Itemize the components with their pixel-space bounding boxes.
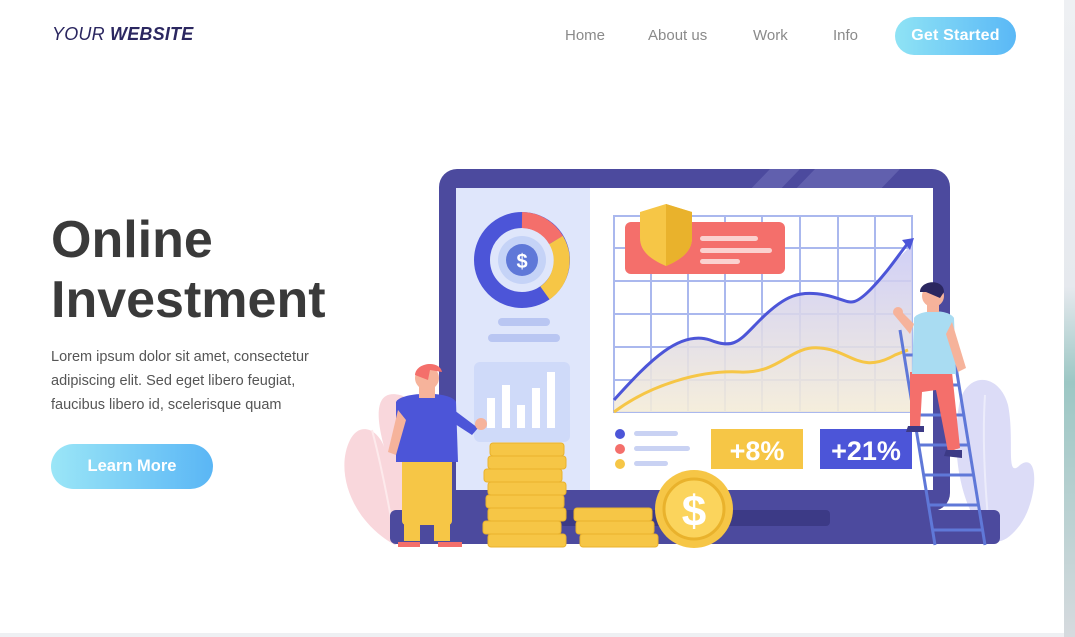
coin-dollar-icon: $ xyxy=(682,487,706,536)
stat-right-value: +21% xyxy=(831,436,901,466)
stat-left-value: +8% xyxy=(730,436,785,466)
big-coin: $ xyxy=(655,470,733,548)
learn-more-button[interactable]: Learn More xyxy=(51,444,213,489)
hero-description-line-1: Lorem ipsum dolor sit amet, consectetur xyxy=(51,349,309,365)
stat-card-left: +8% xyxy=(711,429,803,469)
mini-bar-chart xyxy=(474,362,570,442)
hero-description-line-3: faucibus libero id, scelerisque quam xyxy=(51,397,282,413)
logo-light-text: YOUR xyxy=(52,24,105,44)
dollar-icon: $ xyxy=(516,251,527,273)
logo-bold-text: WEBSITE xyxy=(110,24,194,44)
hero-description: Lorem ipsum dolor sit amet, consectetur … xyxy=(51,345,351,417)
stat-card-right: +21% xyxy=(820,429,912,469)
sidebar-line xyxy=(498,318,550,326)
hero-title: Online Investment xyxy=(51,210,326,330)
landing-page: YOUR WEBSITE Home About us Work Info Get… xyxy=(0,0,1064,637)
sidebar-line xyxy=(488,334,560,342)
hero-title-line-2: Investment xyxy=(51,271,326,329)
get-started-button[interactable]: Get Started xyxy=(895,17,1016,55)
bottom-edge-strip xyxy=(0,633,1064,637)
investment-illustration: $ +8% +21% $ xyxy=(344,169,1035,548)
nav-info[interactable]: Info xyxy=(833,27,858,44)
site-logo[interactable]: YOUR WEBSITE xyxy=(52,24,193,45)
hero-title-line-1: Online xyxy=(51,211,213,269)
right-edge-strip xyxy=(1064,0,1075,637)
hero-description-line-2: adipiscing elit. Sed eget libero feugiat… xyxy=(51,373,296,389)
coin-stack-short xyxy=(573,507,659,548)
coin-stack-tall xyxy=(482,442,567,548)
nav-home[interactable]: Home xyxy=(565,27,605,44)
nav-about-us[interactable]: About us xyxy=(648,27,707,44)
nav-work[interactable]: Work xyxy=(753,27,788,44)
